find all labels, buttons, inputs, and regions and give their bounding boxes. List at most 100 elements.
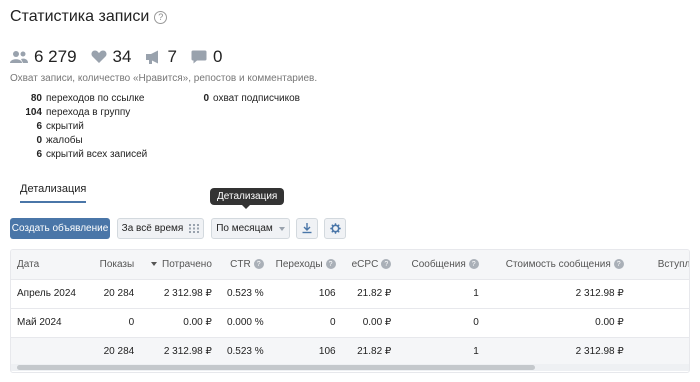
metric-reposts-value: 7 [167,47,177,66]
heart-icon [91,50,107,63]
stat-row: 104 перехода в группу [10,106,147,120]
total-joins [629,337,689,366]
stat-number: 0 [36,135,42,146]
stat-label: скрытий [46,121,84,132]
period-select[interactable]: За всё время [117,218,204,239]
cell-joins [629,308,689,338]
cell-spent: 0.00 ₽ [140,308,218,338]
cell-clicks: 106 [269,279,342,309]
cell-msg-cost: 0.00 ₽ [484,308,630,338]
megaphone-icon [146,50,159,64]
total-messages: 1 [397,337,485,366]
cell-ctr: 0.000 % [217,308,270,338]
cell-ecpc: 21.82 ₽ [341,279,398,309]
cell-shows: 0 [90,308,141,338]
col-shows[interactable]: Показы [90,250,141,280]
col-messages-label: Сообщения [411,258,466,270]
stat-label: жалобы [46,135,83,146]
stat-number: 80 [30,93,42,104]
chevron-down-icon [278,226,285,231]
tooltip: Детализация [210,188,285,209]
cell-date: Май 2024 [11,308,91,338]
help-icon[interactable]: ? [381,259,392,270]
stat-number: 104 [25,107,42,118]
total-spent: 2 312.98 ₽ [140,337,218,366]
scrollbar-thumb[interactable] [17,365,535,370]
metric-comments: 0 [191,47,222,67]
stat-label: переходов по ссылке [46,93,145,104]
download-icon [302,223,312,234]
help-icon[interactable]: ? [253,259,264,270]
help-icon[interactable]: ? [325,259,336,270]
grouping-select-label: По месяцам [216,223,273,234]
cell-msg-cost: 2 312.98 ₽ [484,279,630,309]
settings-button[interactable] [324,218,346,239]
total-msg-cost: 2 312.98 ₽ [484,337,630,366]
total-ctr: 0.523 % [217,337,270,366]
col-spent[interactable]: Потрачено [140,250,218,280]
page-title-text: Статистика записи [10,8,150,25]
calendar-icon [189,224,200,233]
table-total-row: 20 284 2 312.98 ₽ 0.523 % 106 21.82 ₽ 1 … [11,337,689,366]
metrics-description: Охват записи, количество «Нравится», реп… [10,73,318,84]
stat-row: 6 скрытий всех записей [10,148,147,162]
stats-left-list: 80 переходов по ссылке 104 перехода в груп… [10,92,147,162]
comment-icon [191,50,207,64]
stat-number: 6 [36,121,42,132]
help-icon[interactable]: ? [613,259,624,270]
col-msg-cost-label: Стоимость сообщения [505,258,611,270]
cell-ecpc: 0.00 ₽ [341,308,398,338]
col-joins[interactable]: Вступления [629,250,690,280]
col-clicks[interactable]: Переходы? [269,250,342,280]
period-select-label: За всё время [121,223,184,234]
download-button[interactable] [296,218,318,239]
col-ecpc[interactable]: eCPC? [341,250,398,280]
cell-messages: 1 [397,279,485,309]
col-msg-cost[interactable]: Стоимость сообщения? [484,250,630,280]
col-ecpc-label: eCPC [351,258,379,270]
cell-joins [629,279,689,309]
metric-likes-value: 34 [112,47,132,66]
cell-spent: 2 312.98 ₽ [140,279,218,309]
col-joins-label: Вступления [657,258,690,270]
stat-label: скрытий всех записей [46,149,148,160]
col-date[interactable]: Дата [11,250,91,280]
col-messages[interactable]: Сообщения? [397,250,485,280]
help-icon[interactable]: ? [154,10,168,24]
horizontal-scrollbar[interactable] [11,364,689,371]
stat-label: охват подписчиков [213,93,300,104]
table-header-row: Дата Показы Потрачено CTR? Переходы? eCP… [11,250,690,280]
cell-date: Апрель 2024 [11,279,91,309]
cell-messages: 0 [397,308,485,338]
stats-table: Дата Показы Потрачено CTR? Переходы? eCP… [10,249,690,373]
tab-detail[interactable]: Детализация [20,183,87,203]
metric-comments-value: 0 [212,47,223,66]
post-metrics: 6 279 34 7 0 [10,47,222,67]
col-ctr[interactable]: CTR? [217,250,270,280]
grouping-select[interactable]: По месяцам [211,218,290,239]
stat-row: 0 охват подписчиков [165,92,300,106]
metric-likes: 34 [91,47,132,67]
stat-row: 6 скрытий [10,120,147,134]
create-ad-button[interactable]: Создать объявление [10,218,110,239]
metric-reach-value: 6 279 [34,47,77,66]
gear-icon [329,223,341,234]
stat-number: 0 [203,93,209,104]
table-row: Апрель 2024 20 284 2 312.98 ₽ 0.523 % 10… [11,279,689,309]
stat-number: 6 [36,149,42,160]
stat-label: перехода в группу [46,107,131,118]
total-shows: 20 284 [90,337,141,366]
stat-row: 80 переходов по ссылке [10,92,147,106]
sort-desc-icon [151,262,158,267]
col-clicks-label: Переходы [275,258,323,270]
cell-ctr: 0.523 % [217,279,270,309]
metric-reach: 6 279 [10,47,77,67]
cell-clicks: 0 [269,308,342,338]
users-icon [10,51,28,63]
total-clicks: 106 [269,337,342,366]
col-spent-label: Потрачено [162,258,212,270]
cell-shows: 20 284 [90,279,141,309]
page-title: Статистика записи ? [10,8,168,26]
col-ctr-label: CTR [230,258,251,270]
help-icon[interactable]: ? [468,259,479,270]
